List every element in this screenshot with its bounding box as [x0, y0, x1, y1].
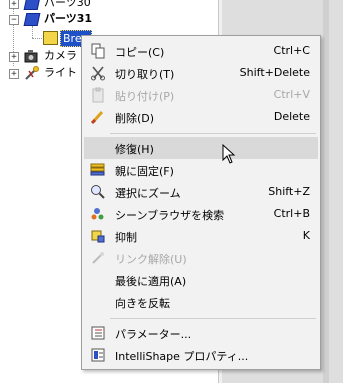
menu-item-repair[interactable]: 修復(H) [84, 137, 318, 159]
menu-item-label: 親に固定(F) [115, 165, 174, 178]
collapse-icon[interactable]: − [9, 15, 19, 25]
intellishape-properties-icon [91, 348, 105, 362]
menu-item-suppress[interactable]: 抑制 K [84, 225, 318, 247]
menu-item-zoom-selection[interactable]: 選択にズーム Shift+Z [84, 181, 318, 203]
part-icon [23, 13, 41, 26]
menu-item-label: 向きを反転 [115, 297, 170, 310]
copy-icon [91, 43, 105, 59]
context-menu: コピー(C) Ctrl+C 切り取り(T) Shift+Delete 貼り付け(… [81, 35, 321, 370]
menu-item-apply-last[interactable]: 最後に適用(A) [84, 269, 318, 291]
menu-item-label: リンク解除(U) [115, 253, 187, 266]
menu-item-shortcut: Ctrl+B [273, 207, 310, 220]
tree-item-label: ライト [44, 66, 77, 79]
tree-item-label: カメラ [44, 49, 77, 62]
cut-icon [91, 66, 105, 81]
delete-icon [90, 110, 104, 125]
menu-item-label: 選択にズーム [115, 187, 181, 200]
suppress-icon [91, 230, 105, 243]
scene-search-icon [91, 208, 104, 220]
menu-item-label: 貼り付け(P) [115, 90, 175, 103]
cube-icon [43, 31, 58, 45]
menu-item-label: コピー(C) [115, 46, 165, 59]
menu-separator [110, 318, 316, 319]
zoom-icon [91, 185, 105, 199]
menu-item-cut[interactable]: 切り取り(T) Shift+Delete [84, 62, 318, 84]
menu-item-label: 削除(D) [115, 112, 155, 125]
menu-item-shortcut: Ctrl+V [273, 88, 310, 101]
menu-item-copy[interactable]: コピー(C) Ctrl+C [84, 40, 318, 62]
expand-icon[interactable]: + [9, 0, 19, 9]
camera-icon [24, 50, 38, 63]
menu-item-scene-browser-search[interactable]: シーンブラウザを検索 Ctrl+B [84, 203, 318, 225]
tree-item-label: パーツ31 [44, 12, 93, 25]
menu-item-anchor-to-parent[interactable]: 親に固定(F) [84, 159, 318, 181]
menu-item-shortcut: Ctrl+C [273, 44, 310, 57]
menu-item-shortcut: Delete [273, 110, 310, 123]
menu-item-label: 修復(H) [115, 143, 154, 156]
tree-item-part31[interactable]: − パーツ31 [0, 10, 120, 28]
menu-item-label: パラメーター... [115, 328, 192, 341]
part-icon [23, 0, 41, 10]
menu-item-parameters[interactable]: パラメーター... [84, 322, 318, 344]
anchor-parent-icon [90, 163, 105, 176]
menu-item-shortcut: Shift+Delete [239, 66, 310, 79]
menu-item-intellishape-properties[interactable]: IntelliShape プロパティ... [84, 344, 318, 366]
menu-item-label: IntelliShape プロパティ... [115, 350, 249, 363]
expand-icon[interactable]: + [9, 69, 19, 79]
menu-item-label: 切り取り(T) [115, 68, 175, 81]
mouse-cursor-icon [222, 144, 236, 164]
menu-item-shortcut: K [302, 229, 310, 242]
parameters-icon [91, 326, 105, 340]
menu-item-paste[interactable]: 貼り付け(P) Ctrl+V [84, 84, 318, 106]
paste-icon [92, 87, 104, 103]
unlink-icon [92, 252, 104, 264]
expand-icon[interactable]: + [9, 52, 19, 62]
menu-item-delete[interactable]: 削除(D) Delete [84, 106, 318, 128]
menu-item-flip-direction[interactable]: 向きを反転 [84, 291, 318, 313]
menu-item-label: 最後に適用(A) [115, 275, 187, 288]
panel-edge [323, 0, 329, 383]
menu-separator [110, 133, 316, 134]
menu-item-label: 抑制 [115, 231, 137, 244]
menu-item-unlink[interactable]: リンク解除(U) [84, 247, 318, 269]
menu-item-shortcut: Shift+Z [268, 185, 310, 198]
menu-item-label: シーンブラウザを検索 [115, 209, 225, 222]
light-icon [25, 66, 39, 80]
